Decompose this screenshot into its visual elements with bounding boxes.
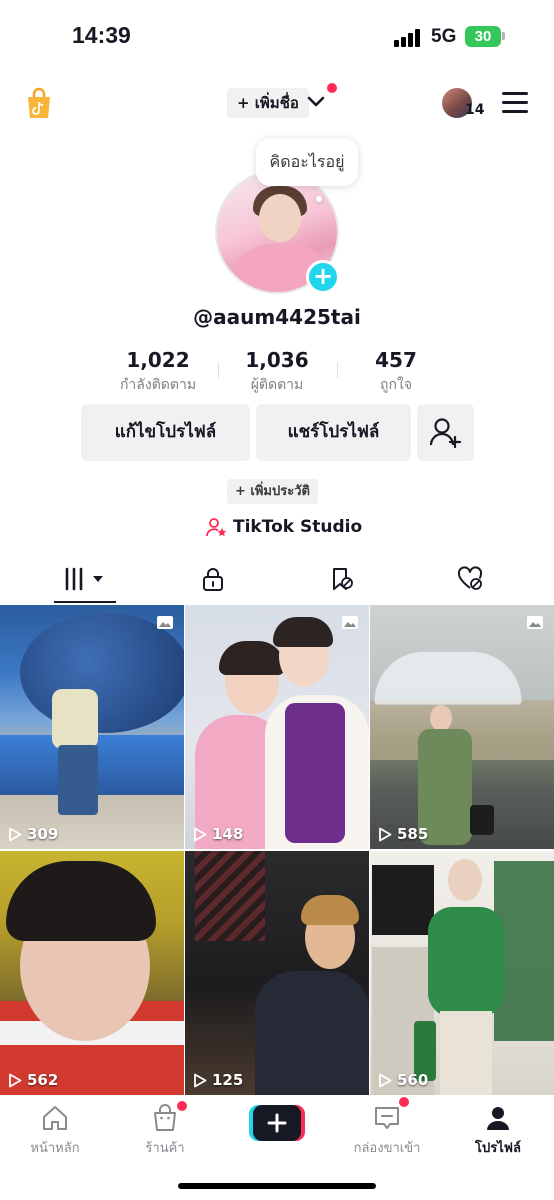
home-icon — [43, 1106, 67, 1130]
tab-private[interactable] — [183, 562, 243, 596]
video-thumbnail[interactable]: 148 — [185, 605, 369, 849]
photo-icon — [527, 616, 543, 629]
likes-stat[interactable]: 457 ถูกใจ — [336, 348, 456, 396]
liked-icon — [457, 566, 483, 590]
view-count: 125 — [193, 1071, 243, 1089]
studio-label: TikTok Studio — [233, 517, 363, 537]
view-count: 560 — [378, 1071, 428, 1089]
video-thumbnail[interactable]: 560 — [370, 851, 554, 1095]
add-friend-button[interactable] — [417, 404, 474, 461]
video-grid: 309 148 585 562 125 560 — [0, 605, 554, 1095]
nav-profile-label: โปรไฟล์ — [475, 1141, 521, 1156]
view-count-label: 125 — [212, 1071, 244, 1089]
nav-shop[interactable]: ร้านค้า — [115, 1103, 215, 1158]
nav-profile[interactable]: โปรไฟล์ — [448, 1103, 548, 1158]
tagged-icon — [333, 568, 353, 590]
view-count-label: 560 — [397, 1071, 429, 1089]
add-story-plus-icon[interactable]: + — [306, 260, 340, 294]
notification-dot — [327, 83, 337, 93]
view-count: 585 — [378, 825, 428, 843]
active-tab-indicator — [54, 601, 116, 603]
add-name-button[interactable]: + เพิ่มชื่อ — [227, 88, 309, 118]
video-thumbnail[interactable]: 125 — [185, 851, 369, 1095]
nav-shop-label: ร้านค้า — [145, 1141, 185, 1156]
status-bar: 14:39 5G 30 — [0, 0, 554, 72]
menu-icon[interactable] — [502, 92, 528, 114]
video-thumbnail[interactable]: 562 — [0, 851, 184, 1095]
battery-cap — [502, 32, 505, 40]
friends-count: 14 — [465, 102, 485, 118]
view-count-label: 148 — [212, 825, 244, 843]
create-plus-icon[interactable] — [249, 1105, 305, 1141]
play-icon — [194, 1073, 207, 1087]
play-icon — [379, 1073, 392, 1087]
following-stat[interactable]: 1,022 กำลังติดตาม — [98, 348, 218, 396]
battery-icon: 30 — [465, 26, 501, 47]
photo-icon — [342, 616, 358, 629]
inbox-notification-dot — [399, 1097, 409, 1107]
chevron-down-icon[interactable] — [306, 94, 326, 110]
studio-icon — [206, 518, 227, 537]
inbox-icon — [375, 1107, 399, 1129]
nav-inbox[interactable]: กล่องขาเข้า — [337, 1103, 437, 1158]
view-count: 148 — [193, 825, 243, 843]
followers-label: ผู้ติดตาม — [250, 377, 304, 393]
video-thumbnail[interactable]: 585 — [370, 605, 554, 849]
photo-icon — [157, 616, 173, 629]
view-count-label: 562 — [27, 1071, 59, 1089]
following-label: กำลังติดตาม — [119, 377, 197, 393]
view-count-label: 585 — [397, 825, 429, 843]
followers-count: 1,036 — [245, 348, 309, 372]
shop-bag-icon — [154, 1104, 176, 1131]
add-bio-button[interactable]: + เพิ่มประวัติ — [227, 479, 318, 504]
tiktok-shop-icon[interactable] — [26, 86, 52, 120]
nav-inbox-label: กล่องขาเข้า — [353, 1141, 421, 1156]
home-indicator — [178, 1183, 376, 1189]
nav-home[interactable]: หน้าหลัก — [5, 1103, 105, 1158]
tab-liked[interactable] — [440, 562, 500, 596]
play-icon — [9, 827, 22, 841]
lock-icon — [203, 568, 223, 591]
signal-icon — [394, 29, 422, 47]
username: @aaum4425tai — [193, 305, 361, 329]
following-count: 1,022 — [126, 348, 190, 372]
bubble-tail — [316, 196, 322, 202]
view-count: 309 — [8, 825, 58, 843]
status-bubble[interactable]: คิดอะไรอยู่ — [256, 138, 358, 186]
share-profile-button[interactable]: แชร์โปรไฟล์ — [256, 404, 411, 461]
nav-home-label: หน้าหลัก — [30, 1141, 80, 1156]
tiktok-studio-link[interactable]: TikTok Studio — [205, 514, 362, 540]
view-count-label: 309 — [27, 825, 59, 843]
followers-stat[interactable]: 1,036 ผู้ติดตาม — [217, 348, 337, 396]
play-icon — [9, 1073, 22, 1087]
add-user-icon — [429, 418, 462, 449]
likes-count: 457 — [375, 348, 417, 372]
likes-label: ถูกใจ — [380, 377, 412, 393]
play-icon — [194, 827, 207, 841]
tab-tagged[interactable] — [312, 562, 372, 596]
shop-notification-dot — [177, 1101, 187, 1111]
network-label: 5G — [431, 26, 457, 47]
profile-icon — [487, 1107, 509, 1130]
status-time: 14:39 — [72, 22, 131, 48]
view-count: 562 — [8, 1071, 58, 1089]
play-icon — [379, 827, 392, 841]
tab-videos[interactable] — [55, 562, 115, 596]
videos-grid-icon — [65, 567, 103, 591]
video-thumbnail[interactable]: 309 — [0, 605, 184, 849]
edit-profile-button[interactable]: แก้ไขโปรไฟล์ — [81, 404, 250, 461]
